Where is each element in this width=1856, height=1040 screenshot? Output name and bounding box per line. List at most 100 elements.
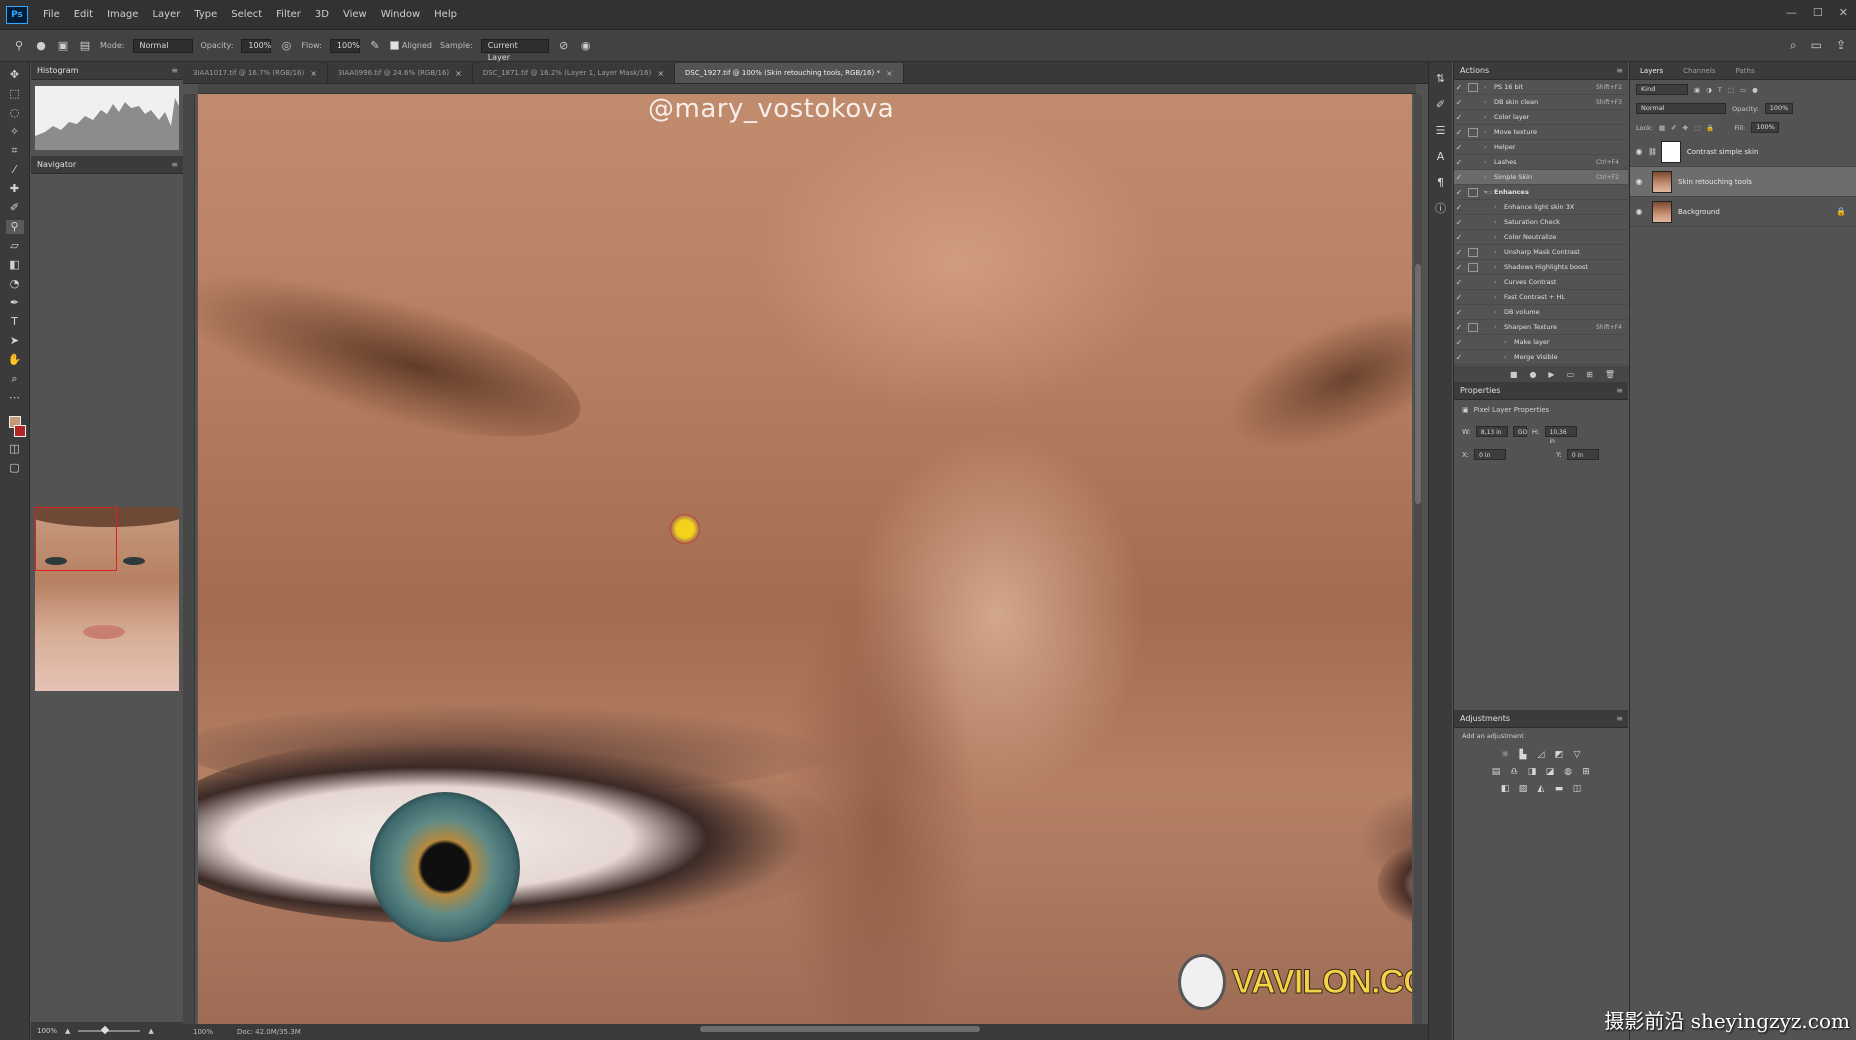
document-tab[interactable]: DSC_1927.tif @ 100% (Skin retouching too… [675, 63, 904, 83]
dialog-toggle-icon[interactable] [1468, 158, 1478, 167]
color-balance-icon[interactable]: ◨ [1526, 767, 1538, 778]
chevron-right-icon[interactable]: › [1484, 174, 1494, 181]
lock-pixels-icon[interactable]: ✐ [1671, 124, 1676, 132]
chevron-right-icon[interactable]: › [1494, 294, 1504, 301]
selective-color-icon[interactable]: ◫ [1571, 784, 1583, 795]
layer-name[interactable]: Contrast simple skin [1687, 148, 1759, 156]
dialog-toggle-icon[interactable] [1468, 203, 1478, 212]
close-icon[interactable]: × [310, 69, 317, 78]
dialog-toggle-icon[interactable] [1468, 233, 1478, 242]
dialog-toggle-icon[interactable] [1468, 262, 1478, 272]
chevron-right-icon[interactable]: › [1494, 249, 1504, 256]
eraser-tool-icon[interactable]: ▱ [6, 239, 24, 253]
horizontal-scroll-thumb[interactable] [700, 1026, 980, 1032]
pen-tool-icon[interactable]: ✒ [6, 296, 24, 310]
marquee-tool-icon[interactable]: ⬚ [6, 87, 24, 101]
fill-field[interactable]: 100% [1751, 122, 1780, 133]
dialog-toggle-icon[interactable] [1468, 278, 1478, 287]
layer-name[interactable]: Background [1678, 208, 1720, 216]
horizontal-scrollbar[interactable] [700, 1026, 1260, 1032]
check-icon[interactable]: ✓ [1454, 113, 1464, 122]
layer-row[interactable]: ◉ ⛓ Contrast simple skin [1630, 137, 1856, 167]
check-icon[interactable]: ✓ [1454, 278, 1464, 287]
check-icon[interactable]: ✓ [1454, 248, 1464, 257]
tab-channels[interactable]: Channels [1673, 67, 1725, 75]
menu-item[interactable]: Edit [67, 9, 100, 20]
action-item[interactable]: ✓ › PS 16 bit Shift+F2 [1454, 80, 1628, 95]
panel-menu-icon[interactable]: ≡ [171, 66, 178, 75]
eye-icon[interactable]: ◉ [1630, 147, 1648, 156]
vibrance-icon[interactable]: ▤ [1490, 767, 1502, 778]
chevron-right-icon[interactable]: › [1484, 99, 1494, 106]
gradient-tool-icon[interactable]: ◧ [6, 258, 24, 272]
chain-icon[interactable]: ⛓ [1648, 148, 1657, 156]
dialog-toggle-icon[interactable] [1468, 187, 1478, 197]
dialog-toggle-icon[interactable] [1468, 293, 1478, 302]
path-select-tool-icon[interactable]: ➤ [6, 334, 24, 348]
crop-tool-icon[interactable]: ⌗ [6, 144, 24, 158]
clone-source-icon[interactable]: ▤ [78, 39, 92, 53]
zoom-tool-icon[interactable]: ⌕ [6, 372, 24, 386]
clone-stamp-tool-icon[interactable]: ⚲ [5, 220, 24, 234]
dialog-toggle-icon[interactable] [1468, 218, 1478, 227]
check-icon[interactable]: ✓ [1454, 188, 1464, 197]
height-field[interactable]: 10,36 in [1544, 426, 1577, 445]
dialog-toggle-icon[interactable] [1468, 98, 1478, 107]
record-icon[interactable]: ● [1529, 370, 1536, 379]
brush-preset-icon[interactable]: ● [34, 39, 48, 53]
threshold-icon[interactable]: ◭ [1535, 784, 1547, 795]
adjustments-panel-header[interactable]: Adjustments ≡ [1454, 710, 1628, 728]
chevron-right-icon[interactable]: › [1504, 354, 1514, 361]
dialog-toggle-icon[interactable] [1468, 322, 1478, 332]
close-icon[interactable]: × [657, 69, 664, 78]
check-icon[interactable]: ✓ [1454, 338, 1464, 347]
menu-item[interactable]: View [336, 9, 374, 20]
chevron-right-icon[interactable]: › [1504, 339, 1514, 346]
menu-item[interactable]: File [36, 9, 67, 20]
quick-select-tool-icon[interactable]: ✧ [6, 125, 24, 139]
action-item[interactable]: ✓ › Make layer [1454, 335, 1628, 350]
layer-thumbnail[interactable] [1660, 140, 1681, 163]
panel-menu-icon[interactable]: ≡ [171, 160, 178, 169]
check-icon[interactable]: ✓ [1454, 353, 1464, 362]
flow-field[interactable]: 100% [329, 38, 360, 53]
document-tab[interactable]: 3IAA0996.tif @ 24.6% (RGB/16) × [328, 63, 473, 83]
chevron-right-icon[interactable]: › [1494, 279, 1504, 286]
dialog-toggle-icon[interactable] [1468, 338, 1478, 347]
channel-mixer-icon[interactable]: ⊞ [1580, 767, 1592, 778]
chevron-right-icon[interactable]: › [1484, 114, 1494, 121]
action-item[interactable]: ✓ › Curves Contrast [1454, 275, 1628, 290]
clone-stamp-tool-icon[interactable]: ⚲ [12, 39, 26, 53]
dialog-toggle-icon[interactable] [1468, 353, 1478, 362]
filter-shape-icon[interactable]: ⬚ [1728, 86, 1734, 94]
photo-filter-icon[interactable]: ◍ [1562, 767, 1574, 778]
document-canvas[interactable]: @mary_vostokova VAVILON.CC [198, 94, 1412, 1024]
navigator-zoom-value[interactable]: 100% [37, 1027, 57, 1035]
document-tab[interactable]: 3IAA1017.tif @ 16.7% (RGB/16) × [183, 63, 328, 83]
layer-thumbnail[interactable] [1652, 170, 1672, 193]
background-color-swatch[interactable] [13, 425, 26, 437]
quick-mask-icon[interactable]: ◫ [6, 442, 24, 456]
close-icon[interactable]: × [455, 69, 462, 78]
workspace-icon[interactable]: ▭ [1811, 38, 1822, 53]
y-field[interactable]: 0 in [1566, 449, 1599, 460]
check-icon[interactable]: ✓ [1454, 203, 1464, 212]
check-icon[interactable]: ✓ [1454, 173, 1464, 182]
check-icon[interactable]: ✓ [1454, 263, 1464, 272]
link-dimensions-button[interactable]: GO [1512, 426, 1527, 437]
document-tab[interactable]: DSC_1871.tif @ 16.2% (Layer 1, Layer Mas… [473, 63, 676, 83]
action-item[interactable]: ✓ › DB volume [1454, 305, 1628, 320]
minimize-icon[interactable]: — [1786, 6, 1797, 19]
check-icon[interactable]: ✓ [1454, 158, 1464, 167]
pressure-size-icon[interactable]: ◉ [579, 39, 593, 53]
menu-item[interactable]: Type [187, 9, 224, 20]
dialog-toggle-icon[interactable] [1468, 308, 1478, 317]
gradient-map-triangle-icon[interactable]: ▽ [1571, 750, 1583, 761]
dialog-toggle-icon[interactable] [1468, 113, 1478, 122]
zoom-slider-knob[interactable] [101, 1025, 110, 1035]
lock-icon[interactable]: 🔒 [1836, 207, 1846, 216]
eye-icon[interactable]: ◉ [1630, 177, 1648, 186]
zoom-out-icon[interactable]: ▲ [65, 1027, 70, 1035]
pressure-opacity-icon[interactable]: ◎ [279, 39, 293, 53]
levels-icon[interactable]: ▙ [1517, 750, 1529, 761]
